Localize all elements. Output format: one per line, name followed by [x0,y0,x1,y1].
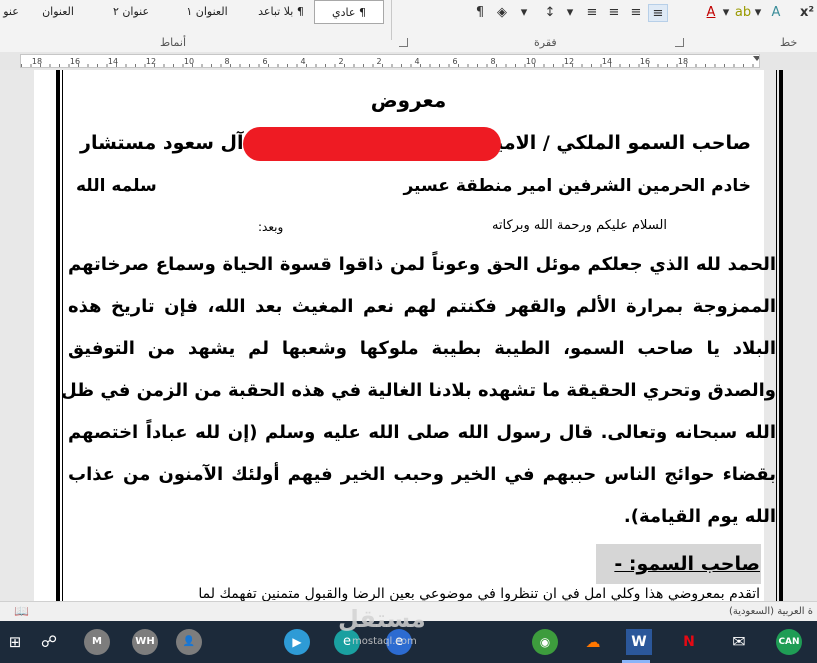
font-group-label: خط [780,36,798,49]
align-right-icon[interactable]: ≡ [604,4,624,22]
watermark-url: mostaql.com [352,636,417,647]
body-line: الممزوجة بمرارة الألم والقهر فكنتم لهم ن… [68,296,776,317]
ruler-number: 18 [677,57,689,66]
center-icon[interactable]: ≡ [626,4,646,22]
word-icon[interactable]: W [626,629,652,655]
page-border-right [779,70,783,601]
document-area[interactable]: معروض صاحب السمو الملكي / الامير آل سعود… [0,70,817,601]
mail-icon[interactable]: ✉ [726,629,752,655]
justify-icon[interactable]: ≡ [582,4,602,22]
address-line1-right: صاحب السمو الملكي / الامير [484,132,751,154]
greeting: السلام عليكم ورحمة الله وبركاته [491,218,667,233]
style-heading-2[interactable]: عنوان ٢ [96,0,166,24]
ruler-number: 18 [31,57,43,66]
horizontal-ruler[interactable]: 18 16 14 12 10 8 6 4 2 2 4 6 8 10 12 14 16 18 [20,54,760,68]
fill-color-icon[interactable]: ◈ [494,4,510,22]
paragraph-launcher-icon[interactable] [675,38,684,47]
body-line: الحمد لله الذي جعلكم موئل الحق وعوناً لم… [68,254,776,275]
line-spacing-icon[interactable]: ↕ [540,4,560,22]
ruler-number: 8 [224,57,230,66]
greeting-after: وبعد: [258,220,284,234]
page-border-left [56,70,60,601]
pilcrow-icon[interactable]: ¶ [470,4,490,22]
book-icon[interactable]: 📖 [14,604,29,618]
ruler-number: 4 [300,57,306,66]
windows-icon[interactable]: ⊞ [2,629,28,655]
netflix-icon[interactable]: N [676,629,702,655]
shading-dropdown-icon[interactable]: ▾ [516,4,532,22]
ruler-number: 14 [601,57,613,66]
video-app-icon[interactable]: ▶ [284,629,310,655]
body-line: الله يوم القيامة). [623,506,776,527]
body-line: البلاد يا صاحب السمو، الطيبة بطيبة ملوكه… [68,338,776,359]
doc-title: معروض [370,88,447,112]
ruler-number: 6 [262,57,268,66]
body-line: بقضاء حوائج الناس حببهم في الخير وحبب ال… [68,464,776,485]
address-line2-right: خادم الحرمين الشرفين امير منطقة عسير [403,176,751,196]
body-line: والصدق وتحري الحقيقة ما تشهده بلادنا الغ… [61,380,776,401]
edge-can-icon[interactable]: CAN [776,629,802,655]
section-heading: صاحب السمو: - [614,553,760,575]
address-line1-left: آل سعود مستشار [80,132,244,154]
watermark-logo: مستقل [338,605,426,633]
ruler-number: 2 [338,57,344,66]
paragraph-group-label: فقرة [534,36,557,49]
ruler-number: 12 [563,57,575,66]
font-color-icon[interactable]: A [702,4,720,22]
ruler-number: 8 [490,57,496,66]
ruler-number: 12 [145,57,157,66]
ruler-numbers: 18 16 14 12 10 8 6 4 2 2 4 6 8 10 12 14 16 18 [21,55,759,67]
styles-group-label: أنماط [160,36,187,49]
ruler-number: 4 [414,57,420,66]
highlight-icon[interactable]: ab [734,4,752,22]
style-title[interactable]: العنوان [28,0,88,24]
people-icon[interactable]: ☍ [36,629,62,655]
ribbon-separator [391,0,392,40]
avatar-wh[interactable]: WH [132,629,158,655]
ruler-number: 2 [376,57,382,66]
redaction-mark [243,127,501,161]
indent-marker[interactable] [753,56,759,61]
ruler-number: 10 [525,57,537,66]
font-color-dropdown-icon[interactable]: ▾ [720,4,732,22]
body-line: الله سبحانه وتعالى. قال رسول الله صلى ال… [68,422,776,443]
dropdown-icon[interactable]: ▾ [562,4,578,22]
chrome-icon[interactable]: ◉ [532,629,558,655]
avatar-m[interactable]: M [84,629,110,655]
ruler-number: 16 [69,57,81,66]
soundcloud-icon[interactable]: ☁ [580,629,606,655]
superscript-icon[interactable]: x² [798,4,816,22]
ruler-number: 6 [452,57,458,66]
body-line-partial: اتقدم بمعروضي هذا وكلي امل في ان تنظروا … [198,586,760,601]
ruler-number: 16 [639,57,651,66]
ruler-number: 14 [107,57,119,66]
styles-launcher-icon[interactable] [399,38,408,47]
text-effects-icon[interactable]: A [766,4,786,22]
style-heading-1[interactable]: العنوان ١ [172,0,242,24]
address-line2-left: سلمه الله [76,176,157,196]
style-normal[interactable]: ¶ عادي [314,0,384,24]
avatar-generic-icon[interactable]: 👤 [176,629,202,655]
ruler-number: 10 [183,57,195,66]
ribbon: عنو العنوان عنوان ٢ العنوان ١ ¶ بلا تباع… [0,0,817,53]
ruler-row: 18 16 14 12 10 8 6 4 2 2 4 6 8 10 12 14 16 18 [0,52,817,70]
style-heading-cut[interactable]: عنو [0,0,22,24]
align-left-icon[interactable]: ≡ [648,4,668,22]
style-no-spacing[interactable]: ¶ بلا تباعد [248,0,314,24]
highlight-dropdown-icon[interactable]: ▾ [752,4,764,22]
status-language[interactable]: ة العربية (السعودية) [729,606,813,617]
